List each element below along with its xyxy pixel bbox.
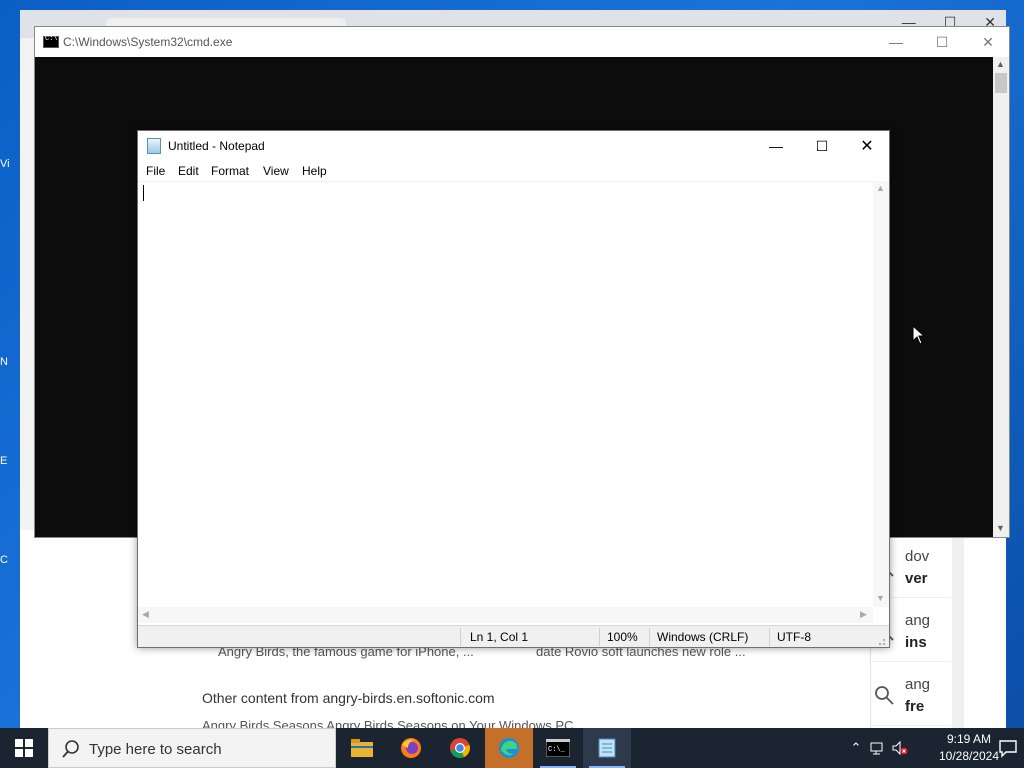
close-button[interactable]: ✕ — [965, 27, 1011, 57]
related-search-item[interactable]: ang fre — [871, 670, 951, 726]
menu-format[interactable]: Format — [211, 164, 249, 178]
cmd-scrollbar[interactable]: ▲ ▼ — [993, 57, 1009, 537]
other-content-heading[interactable]: Other content from angry-birds.en.softon… — [202, 690, 495, 706]
cmd-window-title: C:\Windows\System32\cmd.exe — [63, 35, 233, 49]
minimize-button[interactable]: — — [873, 27, 919, 57]
notepad-window-title: Untitled - Notepad — [168, 139, 265, 153]
close-button[interactable]: ✕ — [844, 131, 890, 161]
cmd-icon — [43, 35, 59, 48]
taskbar-edge[interactable] — [485, 728, 533, 768]
related-search-text: ang — [905, 676, 931, 693]
start-button[interactable] — [0, 728, 48, 768]
scroll-down-icon[interactable]: ▼ — [876, 593, 885, 603]
cmd-icon: C:\_ — [546, 739, 570, 757]
desktop-icon-label[interactable]: E — [0, 455, 18, 467]
system-tray: ⌃ 9:19 AM 10/28/2024 — [834, 728, 1024, 768]
notepad-statusbar: Ln 1, Col 1 100% Windows (CRLF) UTF-8 — [138, 625, 889, 647]
notepad-menubar: File Edit Format View Help — [138, 161, 889, 181]
notification-icon[interactable] — [996, 736, 1020, 760]
text-caret — [143, 185, 144, 201]
side-panel-scrollbar[interactable] — [952, 538, 964, 728]
chrome-icon — [450, 738, 470, 758]
menu-help[interactable]: Help — [302, 164, 327, 178]
scroll-left-icon[interactable]: ◀ — [142, 609, 149, 620]
scroll-up-icon[interactable]: ▲ — [876, 183, 885, 193]
status-divider — [460, 628, 461, 646]
edge-icon — [499, 738, 519, 758]
status-encoding: UTF-8 — [777, 630, 811, 644]
notepad-icon — [147, 138, 161, 154]
notepad-horizontal-scrollbar[interactable]: ◀ ▶ — [138, 607, 873, 623]
related-search-bold: fre — [905, 698, 925, 715]
volume-muted-icon[interactable] — [892, 740, 908, 756]
close-icon: ✕ — [982, 33, 994, 50]
taskbar-firefox[interactable] — [387, 728, 435, 768]
cmd-titlebar[interactable]: C:\Windows\System32\cmd.exe — ☐ ✕ — [35, 27, 1009, 57]
firefox-icon — [401, 738, 421, 758]
menu-file[interactable]: File — [146, 164, 165, 178]
related-search-text: ang — [905, 612, 931, 629]
status-zoom: 100% — [607, 630, 638, 644]
related-search-bold: ins — [905, 634, 927, 651]
scroll-up-icon[interactable]: ▲ — [996, 59, 1005, 69]
status-cursor-position: Ln 1, Col 1 — [470, 630, 529, 644]
scroll-right-icon[interactable]: ▶ — [860, 609, 867, 620]
taskbar-chrome[interactable] — [436, 728, 484, 768]
network-icon[interactable] — [870, 740, 886, 756]
minimize-icon: — — [889, 34, 903, 50]
status-divider — [599, 628, 600, 646]
maximize-icon: ☐ — [935, 33, 949, 50]
resize-grip-icon[interactable] — [876, 636, 886, 646]
taskbar-notepad[interactable] — [583, 728, 631, 768]
taskbar: Type here to search C:\_ ⌃ 9:19 AM 10/28… — [0, 728, 1024, 768]
minimize-button[interactable]: — — [753, 131, 799, 161]
chevron-up-icon[interactable]: ⌃ — [848, 740, 864, 756]
taskbar-clock[interactable]: 9:19 AM 10/28/2024 — [934, 731, 1004, 765]
status-divider — [769, 628, 770, 646]
desktop-icon-label[interactable]: Vi — [0, 158, 18, 170]
mouse-pointer-icon — [912, 325, 926, 345]
desktop-icon-label[interactable]: C — [0, 554, 18, 566]
windows-logo-icon — [15, 739, 33, 757]
taskbar-cmd[interactable]: C:\_ — [534, 728, 582, 768]
clock-date: 10/28/2024 — [938, 749, 1000, 763]
notepad-vertical-scrollbar[interactable]: ▲ ▼ — [873, 181, 889, 607]
search-icon — [875, 686, 894, 705]
svg-text:C:\_: C:\_ — [548, 746, 566, 754]
desktop-icon-label[interactable]: N — [0, 356, 18, 368]
notepad-titlebar[interactable]: Untitled - Notepad — ☐ ✕ — [138, 131, 889, 161]
search-placeholder: Type here to search — [89, 741, 222, 758]
search-snippet[interactable]: Angry Birds Seasons Angry Birds Seasons … — [202, 718, 573, 728]
clock-time: 9:19 AM — [946, 732, 992, 746]
related-search-text: dov — [905, 548, 930, 565]
maximize-icon: ☐ — [815, 137, 829, 154]
scrollbar-thumb[interactable] — [995, 73, 1007, 93]
related-search-bold: ver — [905, 570, 928, 587]
status-line-ending: Windows (CRLF) — [657, 630, 749, 644]
close-icon: ✕ — [860, 138, 874, 155]
notepad-icon — [598, 738, 616, 758]
search-icon — [62, 740, 79, 758]
notepad-text-area[interactable] — [138, 181, 873, 607]
taskbar-file-explorer[interactable] — [338, 728, 386, 768]
folder-icon — [351, 739, 373, 757]
minimize-icon: — — [769, 138, 783, 154]
taskbar-search-box[interactable]: Type here to search — [48, 728, 336, 768]
notepad-window: Untitled - Notepad — ☐ ✕ File Edit Forma… — [137, 130, 890, 648]
maximize-button[interactable]: ☐ — [799, 131, 845, 161]
menu-edit[interactable]: Edit — [178, 164, 199, 178]
scroll-down-icon[interactable]: ▼ — [996, 523, 1005, 533]
status-divider — [649, 628, 650, 646]
menu-view[interactable]: View — [263, 164, 289, 178]
maximize-button[interactable]: ☐ — [919, 27, 965, 57]
